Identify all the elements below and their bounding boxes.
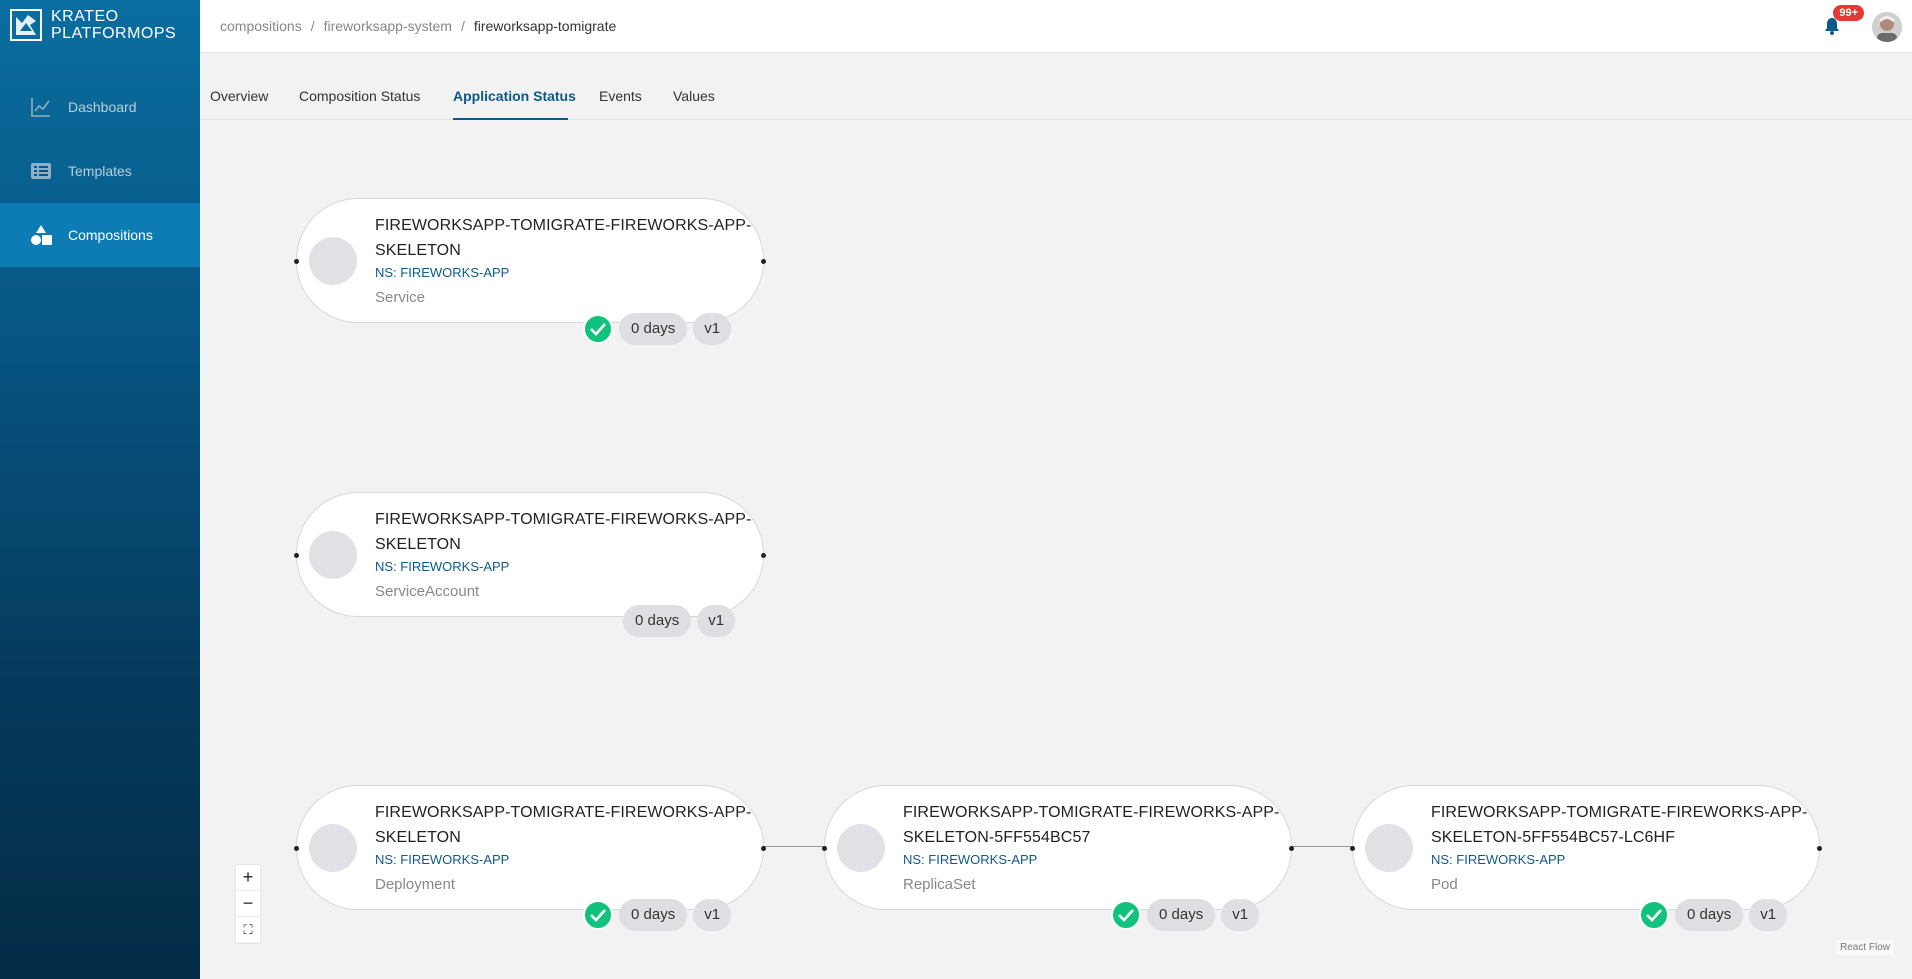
flow-edge — [764, 846, 825, 847]
sidebar-item-label: Dashboard — [68, 99, 137, 115]
node-icon — [309, 237, 357, 285]
brand-text: KRATEO PLATFORMOPS — [51, 8, 176, 42]
breadcrumb-separator: / — [310, 18, 315, 34]
brand-line2: PLATFORMOPS — [51, 25, 177, 42]
brand-line1: KRATEO — [51, 8, 119, 25]
avatar[interactable] — [1872, 12, 1902, 42]
shapes-icon — [30, 224, 52, 246]
node-namespace: NS: FIREWORKS-APP — [1431, 852, 1566, 867]
node-title: FIREWORKSAPP-TOMIGRATE-FIREWORKS-APP-SKE… — [375, 217, 752, 259]
flow-node-replicaset[interactable]: FIREWORKSAPP-TOMIGRATE-FIREWORKS-APP-SKE… — [822, 785, 1294, 910]
flow-controls: + − ⛶ — [236, 865, 260, 943]
age-pill: 0 days — [1675, 899, 1744, 931]
node-namespace: NS: FIREWORKS-APP — [375, 852, 510, 867]
node-icon — [1365, 824, 1413, 872]
node-handle-left[interactable] — [294, 259, 299, 264]
node-handle-left[interactable] — [822, 846, 827, 851]
zoom-out-button[interactable]: − — [236, 891, 260, 917]
version-pill: v1 — [693, 899, 732, 931]
sidebar-item-compositions[interactable]: Compositions — [0, 203, 200, 267]
node-kind: Service — [375, 289, 426, 306]
age-pill: 0 days — [619, 899, 688, 931]
tab-composition-status[interactable]: Composition Status — [299, 88, 420, 104]
node-title: FIREWORKSAPP-TOMIGRATE-FIREWORKS-APP-SKE… — [903, 804, 1280, 846]
check-icon — [583, 900, 613, 930]
node-title: FIREWORKSAPP-TOMIGRATE-FIREWORKS-APP-SKE… — [1431, 804, 1808, 846]
check-icon — [583, 314, 613, 344]
flow-canvas[interactable]: FIREWORKSAPP-TOMIGRATE-FIREWORKS-APP-SKE… — [200, 121, 1912, 979]
node-meta: 0 days v1 — [1639, 899, 1793, 931]
node-handle-right[interactable] — [761, 259, 766, 264]
version-pill: v1 — [693, 313, 732, 345]
breadcrumb-current: fireworksapp-tomigrate — [473, 18, 617, 34]
age-pill: 0 days — [623, 605, 692, 637]
breadcrumb-item[interactable]: compositions — [220, 18, 302, 34]
sidebar-item-dashboard[interactable]: Dashboard — [0, 75, 200, 139]
zoom-in-button[interactable]: + — [236, 865, 260, 891]
tab-values[interactable]: Values — [673, 88, 715, 104]
fit-view-button[interactable]: ⛶ — [236, 917, 260, 943]
node-meta: 0 days v1 — [623, 605, 741, 637]
node-handle-left[interactable] — [294, 846, 299, 851]
node-title: FIREWORKSAPP-TOMIGRATE-FIREWORKS-APP-SKE… — [375, 511, 752, 553]
sidebar-nav: Dashboard Templates Compositions — [0, 75, 200, 267]
tab-bar: Overview Composition Status Application … — [200, 54, 1912, 120]
flow-edge — [1292, 846, 1353, 847]
node-namespace: NS: FIREWORKS-APP — [903, 852, 1038, 867]
flow-node-service[interactable]: FIREWORKSAPP-TOMIGRATE-FIREWORKS-APP-SKE… — [294, 198, 766, 323]
node-handle-left[interactable] — [1350, 846, 1355, 851]
flow-node-deployment[interactable]: FIREWORKSAPP-TOMIGRATE-FIREWORKS-APP-SKE… — [294, 785, 766, 910]
node-icon — [309, 824, 357, 872]
tab-overview[interactable]: Overview — [210, 88, 268, 104]
sidebar-item-templates[interactable]: Templates — [0, 139, 200, 203]
sidebar-item-label: Compositions — [68, 227, 153, 243]
node-namespace: NS: FIREWORKS-APP — [375, 265, 510, 280]
react-flow-attribution[interactable]: React Flow — [1835, 940, 1894, 955]
version-pill: v1 — [1221, 899, 1260, 931]
node-handle-right[interactable] — [1817, 846, 1822, 851]
flow-node-pod[interactable]: FIREWORKSAPP-TOMIGRATE-FIREWORKS-APP-SKE… — [1350, 785, 1822, 910]
flow-node-serviceaccount[interactable]: FIREWORKSAPP-TOMIGRATE-FIREWORKS-APP-SKE… — [294, 492, 766, 617]
node-kind: ServiceAccount — [375, 583, 480, 600]
tab-application-status[interactable]: Application Status — [453, 88, 576, 104]
node-namespace: NS: FIREWORKS-APP — [375, 559, 510, 574]
sidebar-item-label: Templates — [68, 163, 132, 179]
version-pill: v1 — [697, 605, 736, 637]
age-pill: 0 days — [619, 313, 688, 345]
node-handle-right[interactable] — [761, 846, 766, 851]
top-header: compositions / fireworksapp-system / firewor… — [200, 0, 1912, 53]
node-meta: 0 days v1 — [1111, 899, 1265, 931]
list-icon — [30, 160, 52, 182]
node-kind: ReplicaSet — [903, 876, 976, 893]
node-kind: Pod — [1431, 876, 1458, 893]
version-pill: v1 — [1749, 899, 1788, 931]
check-icon — [1639, 900, 1669, 930]
node-meta: 0 days v1 — [583, 313, 737, 345]
krateo-logo-icon — [10, 9, 42, 41]
node-kind: Deployment — [375, 876, 456, 893]
node-icon — [837, 824, 885, 872]
node-handle-left[interactable] — [294, 553, 299, 558]
chart-line-icon — [30, 96, 52, 118]
node-title: FIREWORKSAPP-TOMIGRATE-FIREWORKS-APP-SKE… — [375, 804, 752, 846]
notification-badge: 99+ — [1833, 5, 1864, 21]
breadcrumb-separator: / — [460, 18, 465, 34]
age-pill: 0 days — [1147, 899, 1216, 931]
check-icon — [1111, 900, 1141, 930]
node-meta: 0 days v1 — [583, 899, 737, 931]
tab-events[interactable]: Events — [599, 88, 642, 104]
node-handle-right[interactable] — [761, 553, 766, 558]
breadcrumb-item[interactable]: fireworksapp-system — [324, 18, 452, 34]
node-handle-right[interactable] — [1289, 846, 1294, 851]
node-icon — [309, 531, 357, 579]
sidebar: KRATEO PLATFORMOPS Dashboard Templates C… — [0, 0, 200, 979]
active-tab-indicator — [453, 118, 568, 120]
breadcrumb: compositions / fireworksapp-system / firewor… — [220, 18, 616, 34]
krateo-logo[interactable]: KRATEO PLATFORMOPS — [10, 8, 176, 42]
